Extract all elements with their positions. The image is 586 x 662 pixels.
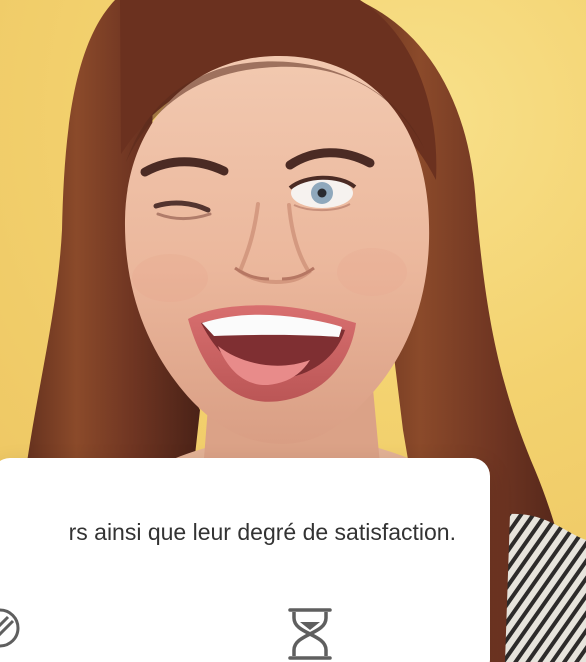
circular-badge-icon <box>0 606 22 650</box>
hourglass-icon <box>282 606 338 662</box>
satisfaction-description: rs ainsi que leur degré de satisfaction. <box>68 519 456 545</box>
info-card <box>0 458 490 662</box>
